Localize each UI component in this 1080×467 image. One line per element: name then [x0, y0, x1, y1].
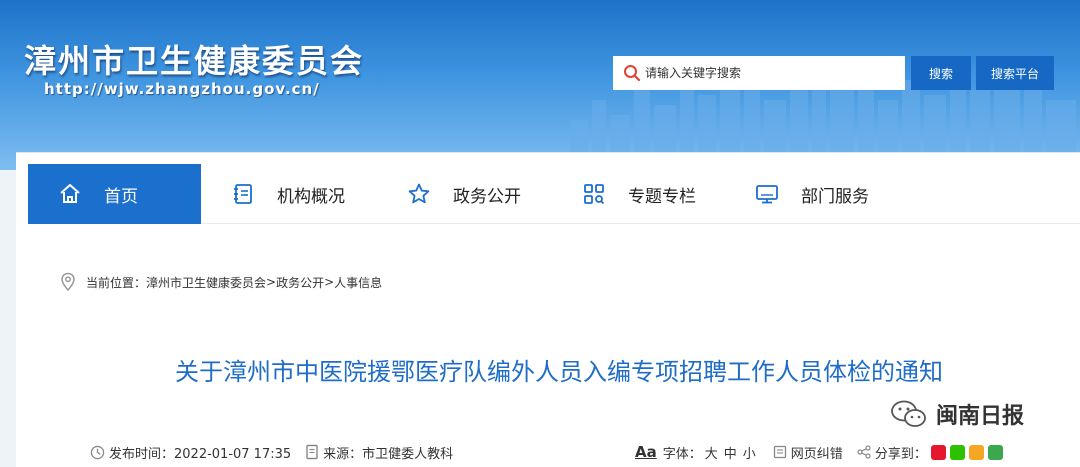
- breadcrumb-separator: >: [266, 275, 277, 289]
- nav-item-special-topics[interactable]: 专题专栏: [552, 164, 727, 224]
- document-icon: [306, 444, 318, 460]
- article-meta: 发布时间：2022-01-07 17:35 来源：市卫健委人教科 Aa 字体： …: [90, 440, 1040, 464]
- nav-item-label: 部门服务: [801, 186, 869, 207]
- document-list-icon: [234, 184, 252, 204]
- watermark-text: 闽南日报: [936, 404, 1025, 429]
- report-icon: [773, 445, 786, 459]
- star-icon: [408, 183, 430, 204]
- share-label: 分享到：: [874, 446, 927, 462]
- search-box[interactable]: [613, 56, 905, 90]
- source-text: 来源：市卫健委人教科: [323, 446, 454, 462]
- breadcrumb-separator: >: [324, 275, 335, 289]
- nav-item-department-services[interactable]: 部门服务: [727, 164, 907, 224]
- home-icon: [60, 184, 80, 203]
- breadcrumb-link-home[interactable]: 漳州市卫生健康委员会: [146, 274, 266, 291]
- grid-search-icon: [584, 184, 605, 205]
- font-size-small[interactable]: 小: [743, 443, 756, 462]
- article-tools: Aa 字体： 大 中 小 网页纠错 分享到：: [635, 440, 1017, 464]
- location-pin-icon: [61, 272, 75, 292]
- error-report-button[interactable]: 网页纠错: [773, 443, 843, 462]
- share-icon: [857, 445, 871, 459]
- wechat-icon: [891, 400, 926, 427]
- main-nav: 首页 机构概况 政务公开 专题专栏 部门服务: [28, 164, 1080, 224]
- renren-share-icon[interactable]: [968, 444, 984, 460]
- publish-time-text: 发布时间：2022-01-07 17:35: [109, 446, 292, 462]
- nav-item-label: 首页: [104, 186, 138, 207]
- breadcrumb: 当前位置： 漳州市卫生健康委员会 > 政务公开 > 人事信息: [60, 272, 382, 292]
- watermark: 闽南日报: [890, 398, 1024, 430]
- search-icon: [624, 65, 641, 82]
- nav-item-public-affairs[interactable]: 政务公开: [377, 164, 552, 224]
- search-input[interactable]: [645, 66, 885, 80]
- publish-time: 发布时间：2022-01-07 17:35: [90, 443, 291, 462]
- site-url: http://wjw.zhangzhou.gov.cn/: [44, 80, 320, 98]
- site-title: 漳州市卫生健康委员会: [24, 42, 365, 80]
- nav-item-home[interactable]: 首页: [28, 164, 201, 224]
- font-size-medium[interactable]: 中: [724, 443, 737, 462]
- font-size-control: Aa 字体： 大 中 小: [635, 443, 759, 462]
- search-button[interactable]: 搜索: [911, 56, 971, 90]
- weibo-share-icon[interactable]: [930, 444, 946, 460]
- font-size-label: 字体：: [662, 446, 702, 462]
- share-bar: 分享到：: [857, 443, 1003, 462]
- nav-item-label: 专题专栏: [628, 186, 696, 207]
- breadcrumb-link-public-affairs[interactable]: 政务公开: [276, 274, 324, 291]
- breadcrumb-prefix: 当前位置：: [86, 275, 147, 290]
- search-platform-button[interactable]: 搜索平台: [976, 56, 1054, 90]
- nav-item-label: 机构概况: [277, 186, 345, 207]
- font-size-icon: Aa: [635, 443, 657, 461]
- nav-item-label: 政务公开: [453, 186, 521, 207]
- douban-share-icon[interactable]: [987, 444, 1003, 460]
- font-size-large[interactable]: 大: [705, 443, 718, 462]
- monitor-icon: [756, 185, 778, 204]
- error-report-label: 网页纠错: [790, 446, 843, 462]
- source: 来源：市卫健委人教科: [305, 443, 453, 462]
- article-title: 关于漳州市中医院援鄂医疗队编外人员入编专项招聘工作人员体检的通知: [175, 358, 943, 386]
- wechat-share-icon[interactable]: [949, 444, 965, 460]
- nav-item-institution[interactable]: 机构概况: [201, 164, 377, 224]
- breadcrumb-link-personnel[interactable]: 人事信息: [334, 274, 382, 291]
- clock-icon: [90, 445, 105, 459]
